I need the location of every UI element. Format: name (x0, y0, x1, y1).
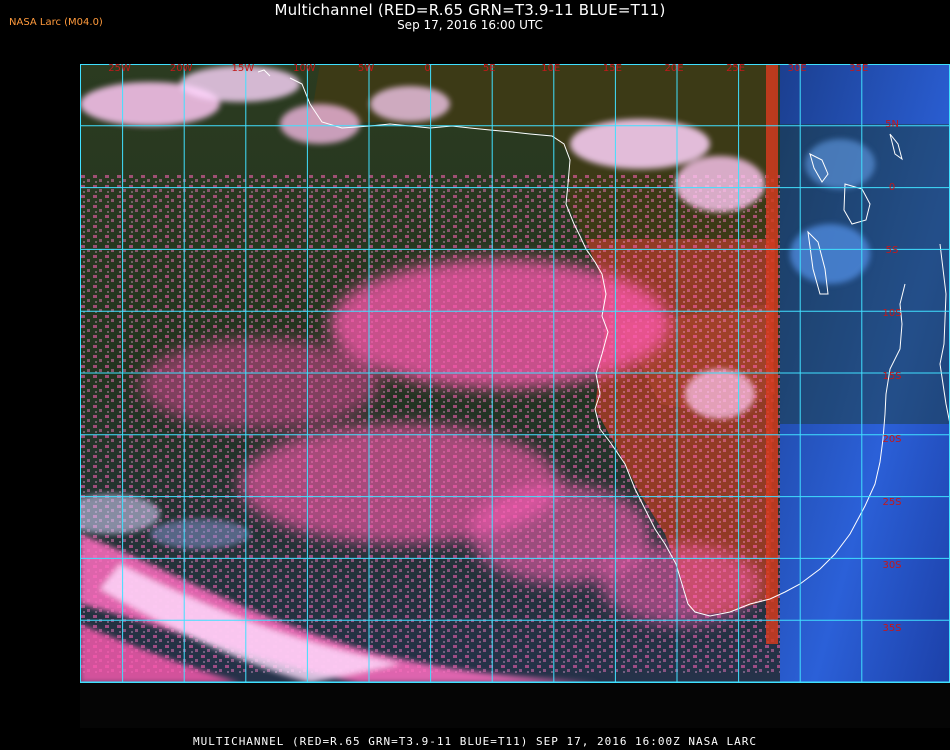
longitude-label: 35E (849, 64, 868, 74)
latitude-label: 20S (882, 434, 901, 445)
latitude-label: 5S (886, 245, 899, 256)
longitude-label: 5E (483, 64, 496, 74)
longitude-label: 25W (108, 64, 131, 74)
longitude-label: 15W (231, 64, 254, 74)
longitude-label: 15E (603, 64, 622, 74)
latitude-label: 15S (882, 371, 901, 382)
satellite-map-svg: 25W 20W 15W 10W 5W 0 5E 10E 15E 20E 25E 30E 35E 5N 0 5… (80, 64, 950, 683)
latitude-label: 25S (882, 497, 901, 508)
footer-caption: MULTICHANNEL (RED=R.65 GRN=T3.9-11 BLUE=… (192, 735, 758, 748)
latitude-label: 0 (889, 182, 895, 193)
longitude-label: 25E (726, 64, 745, 74)
header: NASA Larc (M04.0) Multichannel (RED=R.65… (0, 0, 950, 64)
latitude-label: 10S (882, 308, 901, 319)
longitude-label: 20W (170, 64, 193, 74)
longitude-label: 20E (664, 64, 683, 74)
satellite-image-map: 25W 20W 15W 10W 5W 0 5E 10E 15E 20E 25E 30E 35E 5N 0 5… (80, 64, 950, 683)
longitude-label: 0 (424, 64, 430, 74)
image-timestamp: Sep 17, 2016 16:00 UTC (397, 18, 543, 32)
longitude-label: 10W (293, 64, 316, 74)
longitude-label: 5W (358, 64, 374, 74)
longitude-label: 10E (541, 64, 560, 74)
latitude-label: 35S (882, 623, 901, 634)
longitude-label: 30E (788, 64, 807, 74)
latitude-label: 30S (882, 560, 901, 571)
latitude-label: 5N (885, 119, 899, 130)
below-map-panel (80, 683, 950, 728)
image-title: Multichannel (RED=R.65 GRN=T3.9-11 BLUE=… (274, 1, 666, 19)
